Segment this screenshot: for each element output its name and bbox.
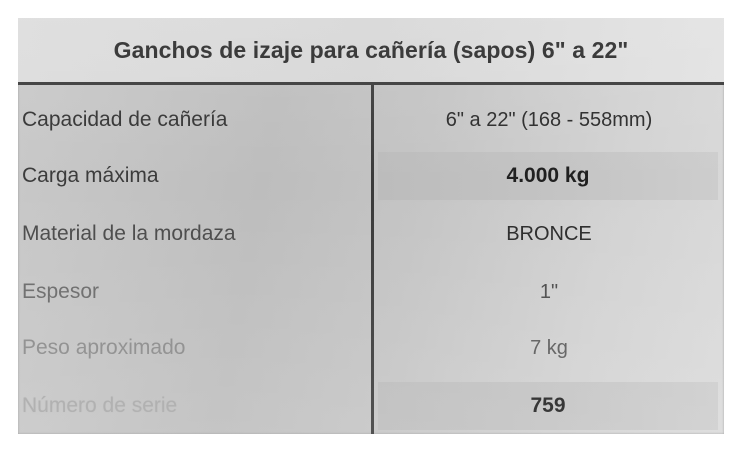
spec-row-weight: Peso aproximado 7 kg bbox=[18, 320, 724, 376]
spec-row-max-load: Carga máxima 4.000 kg bbox=[18, 148, 724, 204]
thickness-label: Espesor bbox=[22, 280, 100, 303]
max-load-value: 4.000 kg bbox=[378, 152, 718, 200]
spec-plate: Ganchos de izaje para cañería (sapos) 6"… bbox=[18, 18, 724, 434]
plate-title: Ganchos de izaje para cañería (sapos) 6"… bbox=[113, 36, 629, 63]
plate-header: Ganchos de izaje para cañería (sapos) 6"… bbox=[18, 18, 724, 82]
spec-row-capacity: Capacidad de cañería 6" a 22" (168 - 558… bbox=[18, 92, 724, 148]
max-load-label: Carga máxima bbox=[22, 164, 159, 187]
serial-label: Número de serie bbox=[22, 394, 178, 417]
spec-row-thickness: Espesor 1" bbox=[18, 264, 724, 320]
jaw-material-value: BRONCE bbox=[506, 222, 592, 245]
serial-value: 759 bbox=[378, 382, 718, 430]
capacity-value: 6" a 22" (168 - 558mm) bbox=[445, 108, 653, 131]
spec-row-jaw-material: Material de la mordaza BRONCE bbox=[18, 206, 724, 262]
weight-value: 7 kg bbox=[530, 336, 568, 359]
jaw-material-label: Material de la mordaza bbox=[22, 222, 236, 245]
weight-label: Peso aproximado bbox=[22, 336, 186, 359]
capacity-label: Capacidad de cañería bbox=[22, 108, 228, 131]
spec-row-serial: Número de serie 759 bbox=[18, 378, 724, 434]
thickness-value: 1" bbox=[539, 280, 559, 303]
